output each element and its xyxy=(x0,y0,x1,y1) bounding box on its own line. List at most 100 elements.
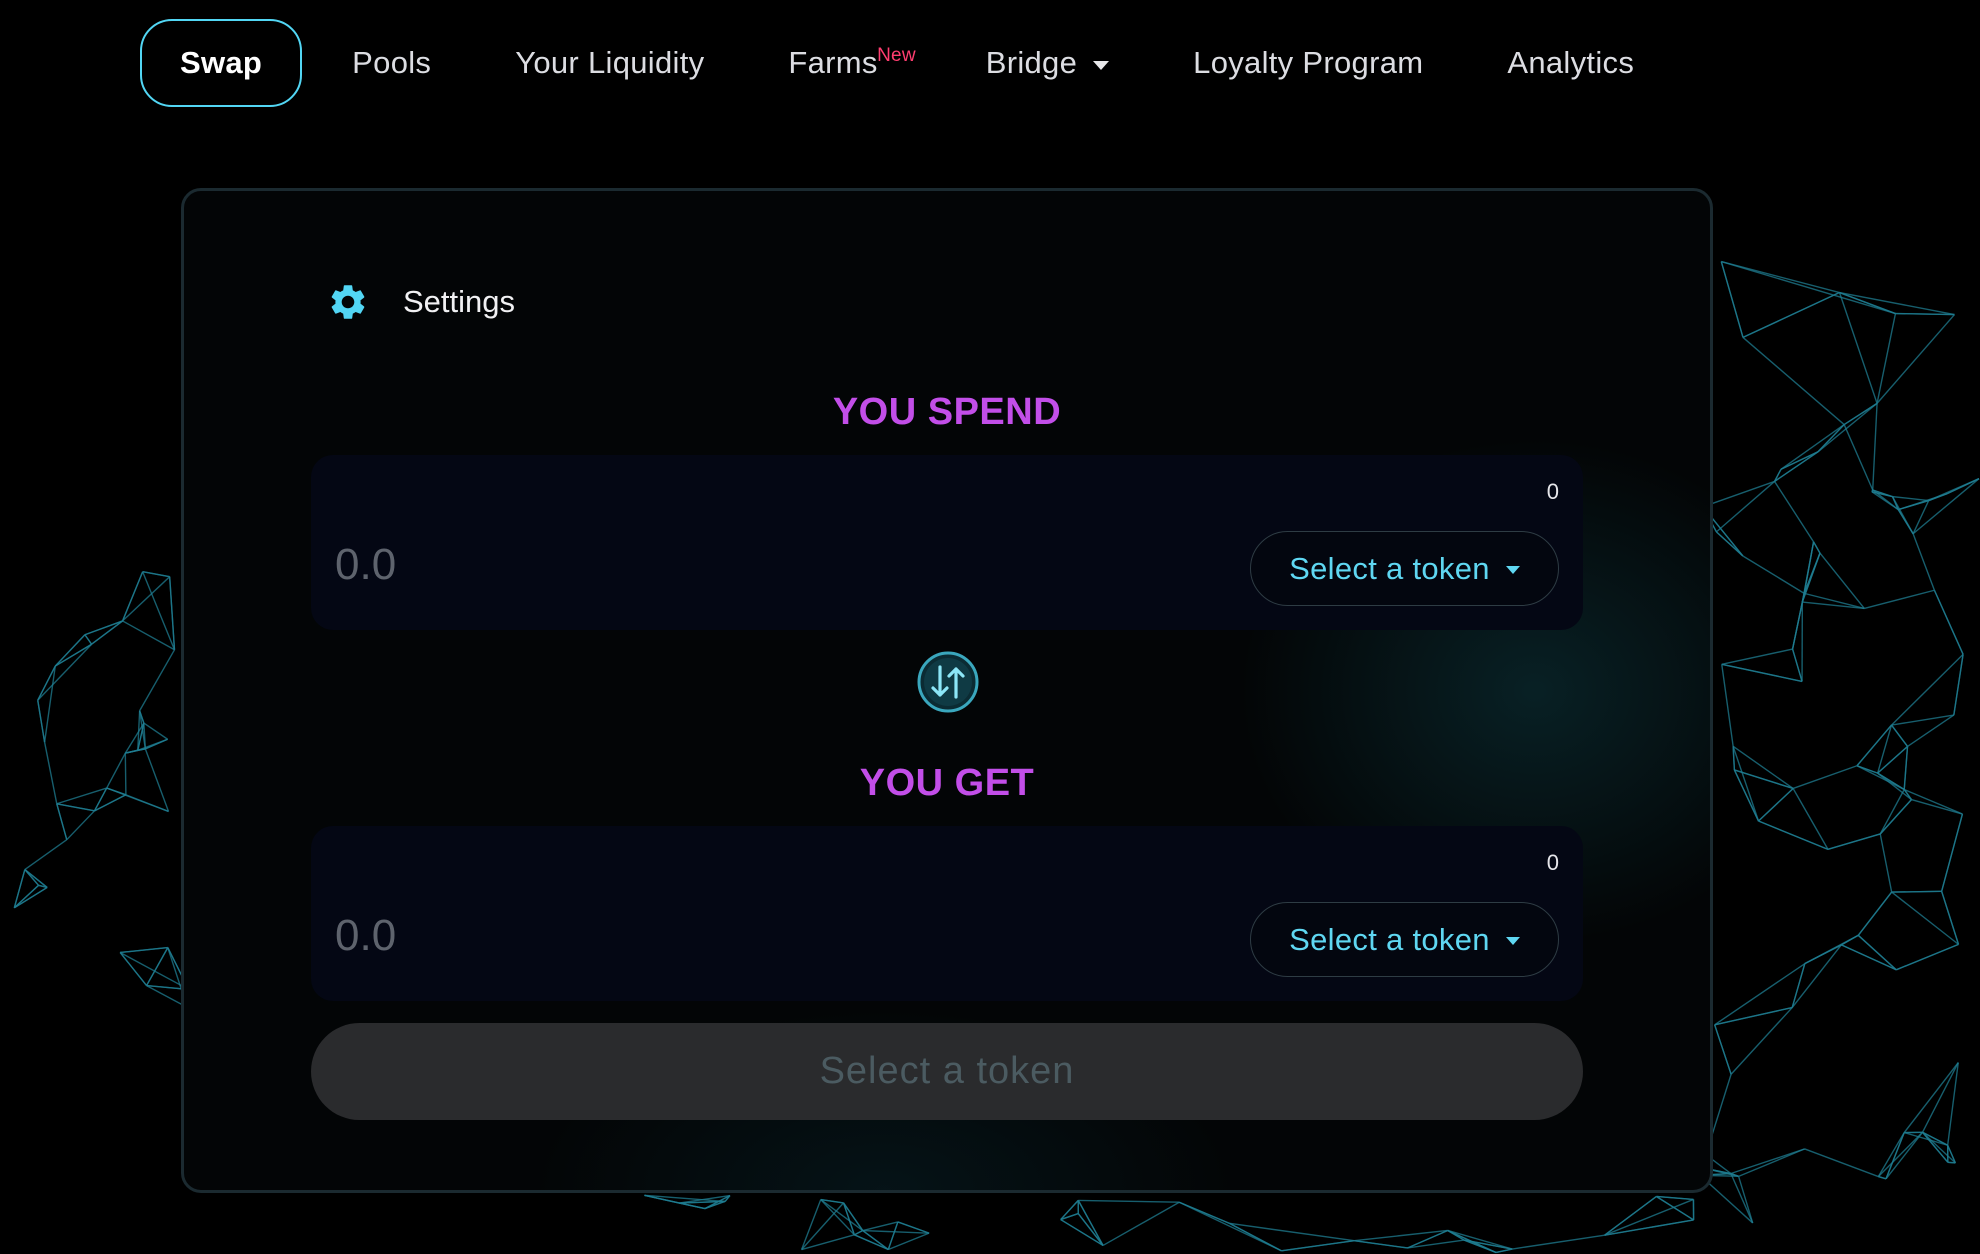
spend-panel: 0 Select a token xyxy=(311,455,1583,630)
mesh-line xyxy=(1447,1229,1465,1241)
mesh-line xyxy=(1742,291,1840,339)
mesh-line xyxy=(1714,963,1806,1026)
mesh-line xyxy=(1912,478,1980,535)
swap-card: Settings YOU SPEND 0 Select a token YOU … xyxy=(181,188,1713,1193)
mesh-line xyxy=(56,803,68,840)
mesh-line xyxy=(1512,1234,1605,1250)
mesh-line xyxy=(1839,291,1955,316)
get-panel: 0 Select a token xyxy=(311,826,1583,1001)
mesh-line xyxy=(122,620,175,651)
mesh-line xyxy=(1733,769,1760,822)
mesh-line xyxy=(84,634,93,645)
mesh-line xyxy=(1495,1248,1513,1254)
mesh-line xyxy=(1891,653,1964,726)
mesh-line xyxy=(1791,648,1803,682)
get-select-token-label: Select a token xyxy=(1289,921,1490,957)
chevron-down-icon xyxy=(1505,566,1520,574)
mesh-line xyxy=(1734,769,1794,790)
mesh-line xyxy=(1907,714,1955,748)
submit-swap-label: Select a token xyxy=(819,1050,1075,1092)
mesh-line xyxy=(1895,943,1959,971)
mesh-line xyxy=(1841,944,1897,971)
mesh-line xyxy=(1940,891,1960,945)
you-get-title: YOU GET xyxy=(859,762,1035,804)
mesh-line xyxy=(1885,1132,1905,1180)
mesh-line xyxy=(1463,1239,1497,1254)
mesh-line xyxy=(66,810,96,841)
mesh-line xyxy=(1730,1173,1754,1224)
mesh-line xyxy=(119,952,148,987)
mesh-line xyxy=(862,1229,930,1234)
nav-item-loyalty-program-label: Loyalty Program xyxy=(1193,45,1424,80)
mesh-line xyxy=(820,1199,855,1236)
mesh-line xyxy=(1857,891,1893,936)
spend-amount-input[interactable] xyxy=(335,535,835,595)
mesh-line xyxy=(1895,312,1955,316)
mesh-line xyxy=(139,649,176,712)
nav-item-farms[interactable]: Farms New xyxy=(756,19,915,107)
mesh-line xyxy=(800,1199,822,1250)
nav-item-bridge[interactable]: Bridge xyxy=(954,19,1141,107)
nav-item-swap[interactable]: Swap xyxy=(140,19,303,107)
mesh-line xyxy=(1077,1213,1104,1246)
mesh-line xyxy=(1720,261,1744,338)
mesh-line xyxy=(1804,1148,1879,1178)
spend-select-token-button[interactable]: Select a token xyxy=(1250,531,1559,606)
mesh-line xyxy=(1876,314,1956,404)
get-select-token-button[interactable]: Select a token xyxy=(1250,902,1559,977)
mesh-line xyxy=(1354,1229,1448,1242)
mesh-line xyxy=(1656,1195,1694,1201)
mesh-line xyxy=(1891,890,1942,893)
mesh-line xyxy=(1604,1195,1657,1236)
new-badge: New xyxy=(877,45,916,66)
mesh-line xyxy=(1947,1161,1956,1164)
mesh-line xyxy=(122,576,171,622)
mesh-line xyxy=(1838,292,1878,404)
nav-item-swap-label: Swap xyxy=(180,45,263,80)
nav-item-bridge-label: Bridge xyxy=(985,45,1078,80)
mesh-line xyxy=(1078,1199,1180,1203)
submit-swap-button[interactable]: Select a token xyxy=(311,1023,1583,1120)
settings-button[interactable]: Settings xyxy=(327,281,515,323)
mesh-line xyxy=(1876,313,1897,404)
spend-balance: 0 xyxy=(1546,479,1559,504)
mesh-line xyxy=(124,753,127,795)
mesh-line xyxy=(1730,1148,1805,1175)
nav-item-analytics[interactable]: Analytics xyxy=(1475,19,1666,107)
mesh-line xyxy=(1892,495,1929,502)
mesh-line xyxy=(1878,1175,1887,1180)
mesh-line xyxy=(24,869,40,886)
get-amount-input[interactable] xyxy=(335,906,835,966)
gear-icon xyxy=(331,285,365,319)
mesh-line xyxy=(37,700,46,743)
mesh-line xyxy=(1758,820,1829,851)
mesh-line xyxy=(1721,663,1803,683)
mesh-line xyxy=(1827,833,1881,851)
mesh-line xyxy=(1877,772,1912,801)
chevron-down-icon xyxy=(1505,937,1520,945)
mesh-line xyxy=(1819,552,1865,609)
mesh-line xyxy=(106,787,127,796)
mesh-line xyxy=(1792,788,1829,850)
mesh-line xyxy=(1792,765,1858,790)
mesh-line xyxy=(801,1234,855,1251)
mesh-line xyxy=(1879,833,1893,893)
mesh-line xyxy=(1856,765,1878,774)
mesh-line xyxy=(888,1232,930,1251)
mesh-line xyxy=(887,1221,899,1250)
mesh-line xyxy=(1791,944,1842,1008)
switch-tokens-button[interactable] xyxy=(917,651,979,713)
mesh-line xyxy=(1773,481,1815,543)
nav-item-your-liquidity-label: Your Liquidity xyxy=(515,45,705,80)
mesh-line xyxy=(1921,1062,1959,1133)
nav-item-loyalty-program[interactable]: Loyalty Program xyxy=(1161,19,1455,107)
mesh-line xyxy=(1903,746,1909,790)
mesh-line xyxy=(1898,493,1948,511)
mesh-line xyxy=(1872,403,1878,491)
mesh-line xyxy=(1940,813,1964,892)
mesh-line xyxy=(1839,291,1896,315)
mesh-line xyxy=(1877,772,1905,791)
nav-item-pools[interactable]: Pools xyxy=(320,19,463,107)
mesh-line xyxy=(137,738,168,751)
nav-item-your-liquidity[interactable]: Your Liquidity xyxy=(483,19,736,107)
